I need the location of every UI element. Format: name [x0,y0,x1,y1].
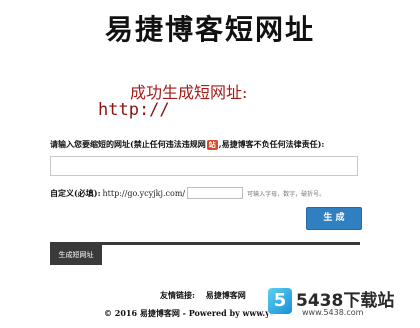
custom-alias-prefix: http://go.ycyjkj.com/ [102,188,186,198]
custom-alias-hint: 可输入字母，数字，破折号。 [247,190,326,198]
watermark-url: www.5438.com [302,308,364,317]
url-prompt: 请输入您要缩短的网址(禁止任何违法违规网站 ,易捷博客不负任何法律责任): [50,139,324,150]
result-short-url[interactable]: http:// [98,100,170,120]
custom-alias-input[interactable] [187,187,244,199]
page-title: 易捷博客短网址 [104,13,315,46]
custom-alias-label: 自定义(必填): [50,187,101,198]
friend-links: 友情链接: 易捷博客网 [160,290,246,301]
generate-button[interactable]: 生 成 [306,207,362,230]
friend-links-label: 友情链接: [160,290,195,300]
tab-generate-short-url[interactable]: 生成短网址 [50,245,102,265]
friend-link-yijie-blog[interactable]: 易捷博客网 [206,290,246,300]
site-watermark: 5 5438下载站 www.5438.com [268,286,418,326]
watermark-logo-icon: 5 [268,288,292,314]
long-url-input[interactable] [50,156,358,176]
copyright-footer: © 2016 易捷博客网 - Powered by www.yc [104,308,275,318]
url-prompt-text-end: ,易捷博客不负任何法律责任): [218,139,325,149]
url-prompt-text: 请输入您要缩短的网址(禁止任何违法违规网 [50,139,206,149]
custom-alias-row: 自定义(必填): http://go.ycyjkj.com/ 可输入字母，数字，… [50,186,325,200]
url-prompt-badge: 站 [206,140,218,150]
